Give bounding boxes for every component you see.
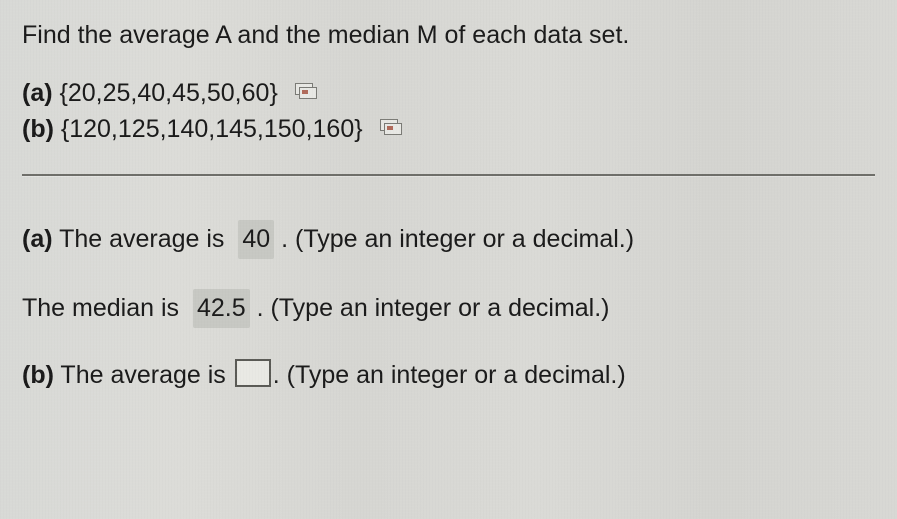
part-b-row: (b) {120,125,140,145,150,160} [22, 111, 875, 147]
spacer [186, 294, 193, 322]
answer-a-avg-value[interactable]: 40 [238, 220, 274, 259]
help-icon[interactable] [295, 83, 317, 99]
answer-a-average: (a) The average is 40 . (Type an integer… [22, 220, 875, 259]
answer-a-med-suffix: . (Type an integer or a decimal.) [257, 294, 610, 322]
answer-b-avg-suffix: . (Type an integer or a decimal.) [273, 361, 626, 389]
answer-a-avg-prefix: The average is [59, 225, 224, 253]
help-icon[interactable] [380, 119, 402, 135]
answer-a-med-prefix: The median is [22, 294, 179, 322]
answer-b-avg-prefix: The average is [60, 361, 225, 389]
answer-a-median: The median is 42.5 . (Type an integer or… [22, 289, 875, 328]
part-a-row: (a) {20,25,40,45,50,60} [22, 75, 875, 111]
part-a-label: (a) [22, 79, 53, 107]
answer-b-avg-input[interactable] [235, 359, 271, 387]
part-b-label: (b) [22, 115, 54, 143]
answer-a-label: (a) [22, 225, 53, 253]
data-sets-block: (a) {20,25,40,45,50,60} (b) {120,125,140… [22, 75, 875, 148]
answer-a-med-value[interactable]: 42.5 [193, 289, 250, 328]
question-prompt: Find the average A and the median M of e… [22, 18, 875, 53]
answer-b-average: (b) The average is . (Type an integer or… [22, 358, 875, 393]
divider [22, 174, 875, 176]
part-b-set: {120,125,140,145,150,160} [61, 115, 363, 143]
part-a-set: {20,25,40,45,50,60} [60, 79, 278, 107]
spacer [231, 225, 238, 253]
answer-a-avg-suffix: . (Type an integer or a decimal.) [281, 225, 634, 253]
answer-b-label: (b) [22, 361, 54, 389]
